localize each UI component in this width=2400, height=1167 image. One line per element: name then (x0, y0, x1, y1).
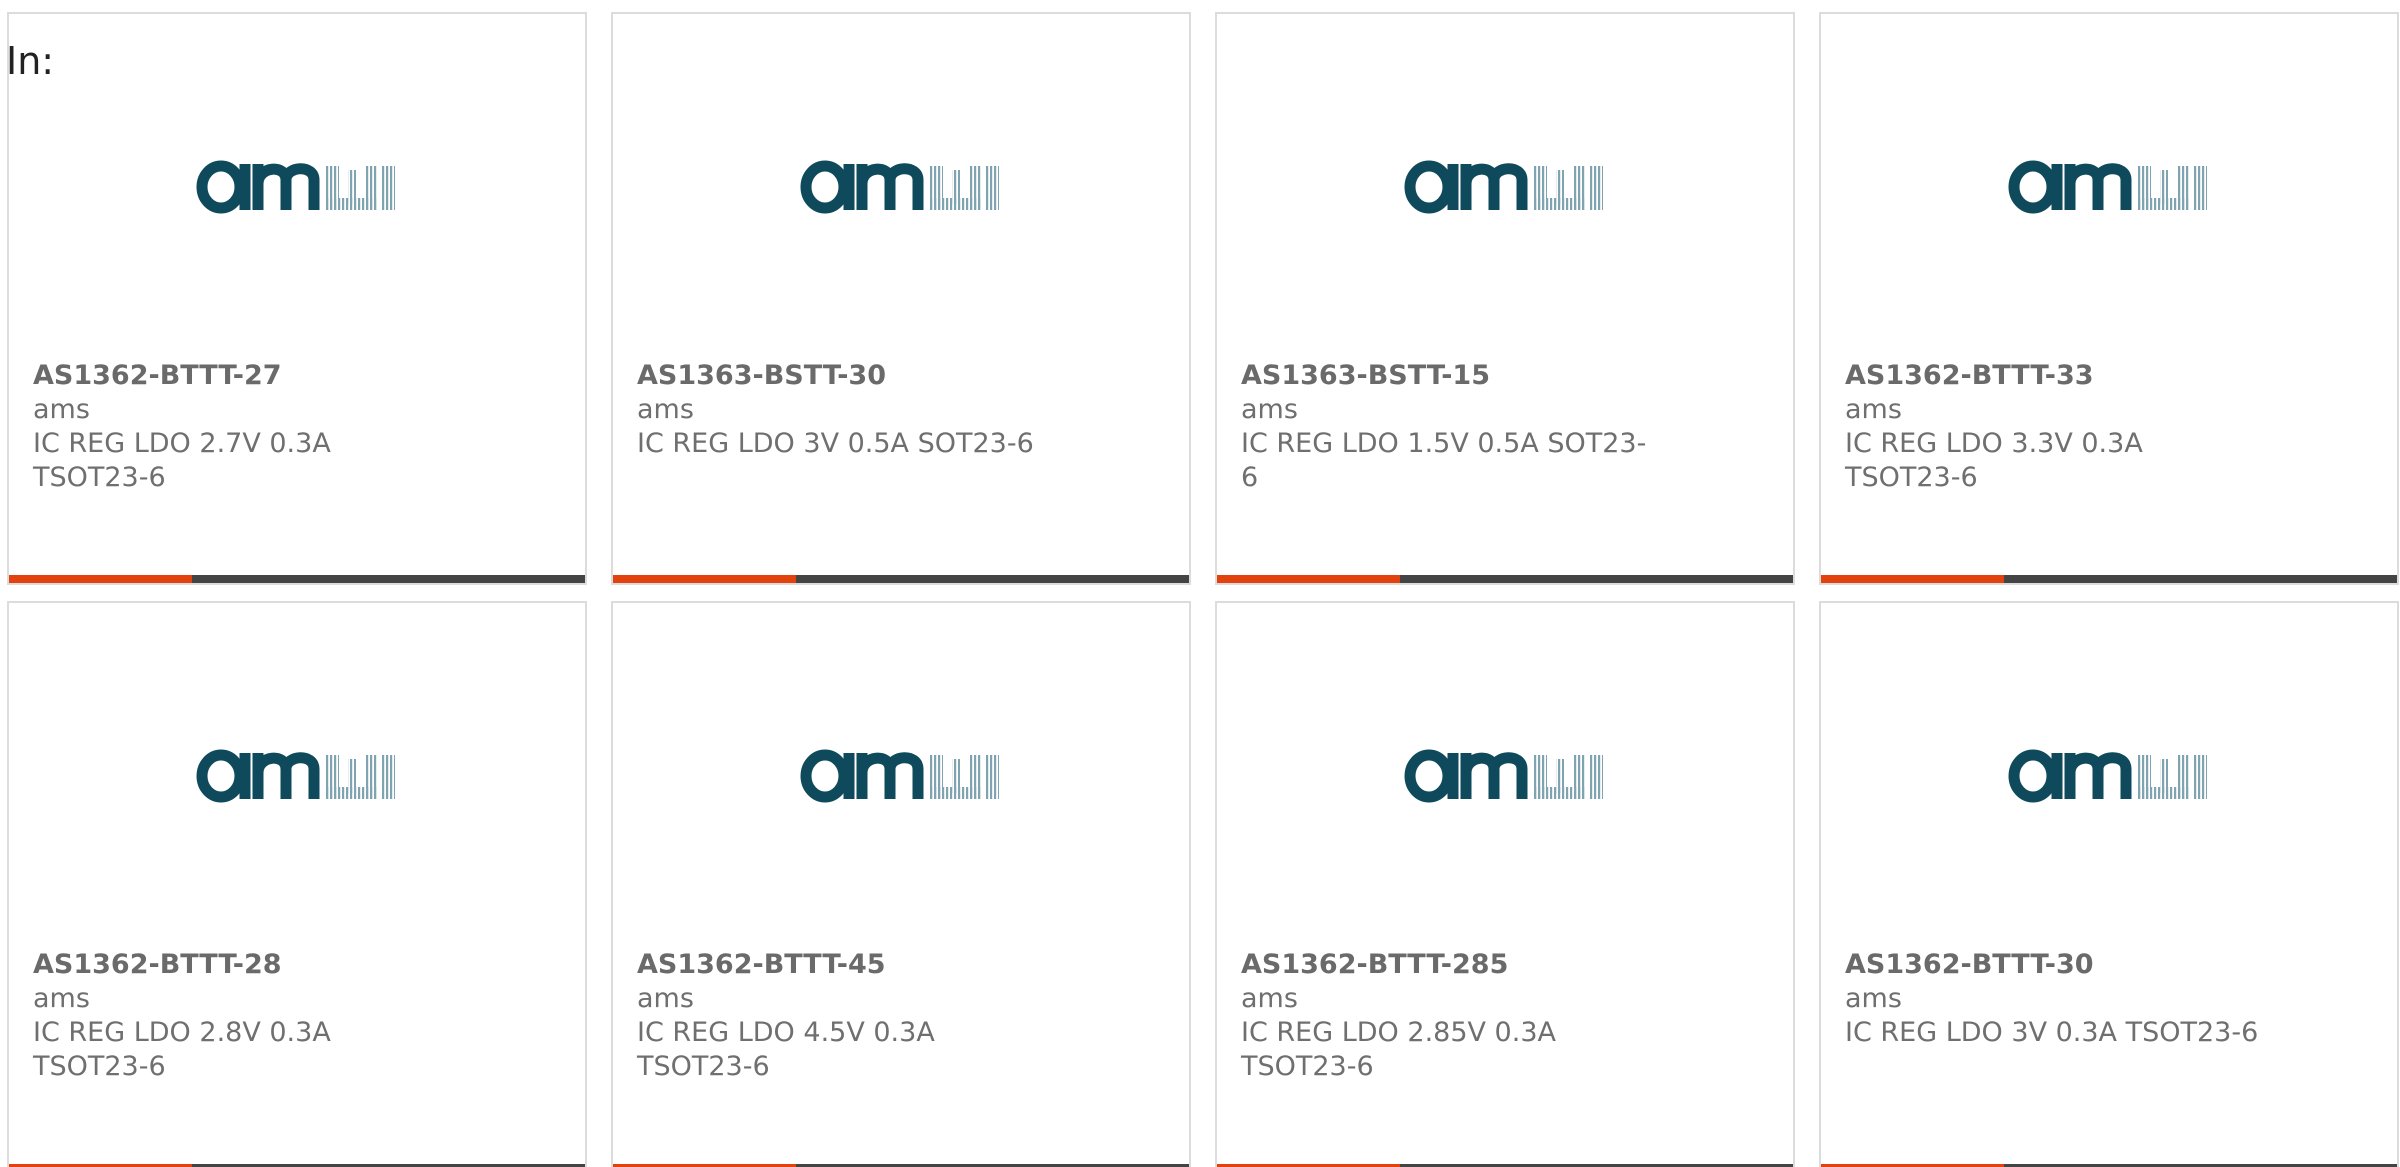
product-card[interactable]: AS1362-BTTT-285 ams IC REG LDO 2.85V 0.3… (1215, 601, 1795, 1167)
card-bottom-bar (1217, 575, 1793, 583)
ams-logo-icon (800, 160, 999, 213)
manufacturer-logo (613, 738, 1189, 813)
manufacturer-name: ams (33, 983, 90, 1014)
ams-logo-icon (2008, 749, 2207, 802)
product-description: IC REG LDO 4.5V 0.3A TSOT23-6 (637, 1017, 935, 1082)
manufacturer-name: ams (1241, 394, 1298, 425)
manufacturer-logo (613, 149, 1189, 224)
ams-logo-icon (196, 160, 395, 213)
product-results-page: In: AS1362-BTTT-27 ams IC REG LDO 2.7V 0… (0, 0, 2400, 1167)
product-description: IC REG LDO 3V 0.3A TSOT23-6 (1845, 1017, 2259, 1048)
ams-logo-icon (1404, 160, 1603, 213)
product-description: IC REG LDO 3.3V 0.3A TSOT23-6 (1845, 428, 2143, 493)
product-description: IC REG LDO 1.5V 0.5A SOT23-6 (1241, 428, 1647, 493)
product-info: AS1362-BTTT-285 ams IC REG LDO 2.85V 0.3… (1241, 948, 1661, 1084)
part-number[interactable]: AS1362-BTTT-30 (1845, 948, 2265, 982)
manufacturer-logo (1217, 149, 1793, 224)
card-accent-bar (1821, 575, 2004, 583)
product-card[interactable]: AS1363-BSTT-30 ams IC REG LDO 3V 0.5A SO… (611, 12, 1191, 585)
product-description: IC REG LDO 2.8V 0.3A TSOT23-6 (33, 1017, 331, 1082)
ams-logo-icon (2008, 160, 2207, 213)
product-card[interactable]: AS1362-BTTT-45 ams IC REG LDO 4.5V 0.3A … (611, 601, 1191, 1167)
product-info: AS1363-BSTT-15 ams IC REG LDO 1.5V 0.5A … (1241, 359, 1661, 495)
product-info: AS1363-BSTT-30 ams IC REG LDO 3V 0.5A SO… (637, 359, 1057, 461)
product-card[interactable]: AS1362-BTTT-33 ams IC REG LDO 3.3V 0.3A … (1819, 12, 2399, 585)
part-number[interactable]: AS1362-BTTT-33 (1845, 359, 2265, 393)
product-card[interactable]: AS1362-BTTT-27 ams IC REG LDO 2.7V 0.3A … (7, 12, 587, 585)
card-bottom-bar (613, 575, 1189, 583)
manufacturer-logo (9, 738, 585, 813)
part-number[interactable]: AS1363-BSTT-15 (1241, 359, 1661, 393)
card-accent-bar (613, 575, 796, 583)
product-description: IC REG LDO 2.85V 0.3A TSOT23-6 (1241, 1017, 1556, 1082)
ams-logo-icon (196, 749, 395, 802)
product-description: IC REG LDO 2.7V 0.3A TSOT23-6 (33, 428, 331, 493)
manufacturer-name: ams (637, 983, 694, 1014)
manufacturer-logo (1217, 738, 1793, 813)
part-number[interactable]: AS1362-BTTT-45 (637, 948, 1057, 982)
card-accent-bar (1217, 575, 1400, 583)
part-number[interactable]: AS1362-BTTT-285 (1241, 948, 1661, 982)
part-number[interactable]: AS1362-BTTT-28 (33, 948, 453, 982)
product-grid: AS1362-BTTT-27 ams IC REG LDO 2.7V 0.3A … (7, 12, 2399, 1167)
manufacturer-name: ams (1845, 983, 1902, 1014)
manufacturer-name: ams (637, 394, 694, 425)
product-info: AS1362-BTTT-45 ams IC REG LDO 4.5V 0.3A … (637, 948, 1057, 1084)
product-info: AS1362-BTTT-28 ams IC REG LDO 2.8V 0.3A … (33, 948, 453, 1084)
card-bottom-bar (9, 575, 585, 583)
product-description: IC REG LDO 3V 0.5A SOT23-6 (637, 428, 1034, 459)
manufacturer-name: ams (1845, 394, 1902, 425)
ams-logo-icon (1404, 749, 1603, 802)
manufacturer-logo (1821, 738, 2397, 813)
manufacturer-logo (9, 149, 585, 224)
product-info: AS1362-BTTT-27 ams IC REG LDO 2.7V 0.3A … (33, 359, 453, 495)
card-bottom-bar (1821, 575, 2397, 583)
manufacturer-logo (1821, 149, 2397, 224)
product-card[interactable]: AS1363-BSTT-15 ams IC REG LDO 1.5V 0.5A … (1215, 12, 1795, 585)
part-number[interactable]: AS1363-BSTT-30 (637, 359, 1057, 393)
card-accent-bar (9, 575, 192, 583)
in-label: In: (6, 39, 55, 83)
manufacturer-name: ams (33, 394, 90, 425)
manufacturer-name: ams (1241, 983, 1298, 1014)
product-info: AS1362-BTTT-33 ams IC REG LDO 3.3V 0.3A … (1845, 359, 2265, 495)
ams-logo-icon (800, 749, 999, 802)
part-number[interactable]: AS1362-BTTT-27 (33, 359, 453, 393)
product-card[interactable]: AS1362-BTTT-28 ams IC REG LDO 2.8V 0.3A … (7, 601, 587, 1167)
product-card[interactable]: AS1362-BTTT-30 ams IC REG LDO 3V 0.3A TS… (1819, 601, 2399, 1167)
product-info: AS1362-BTTT-30 ams IC REG LDO 3V 0.3A TS… (1845, 948, 2265, 1050)
